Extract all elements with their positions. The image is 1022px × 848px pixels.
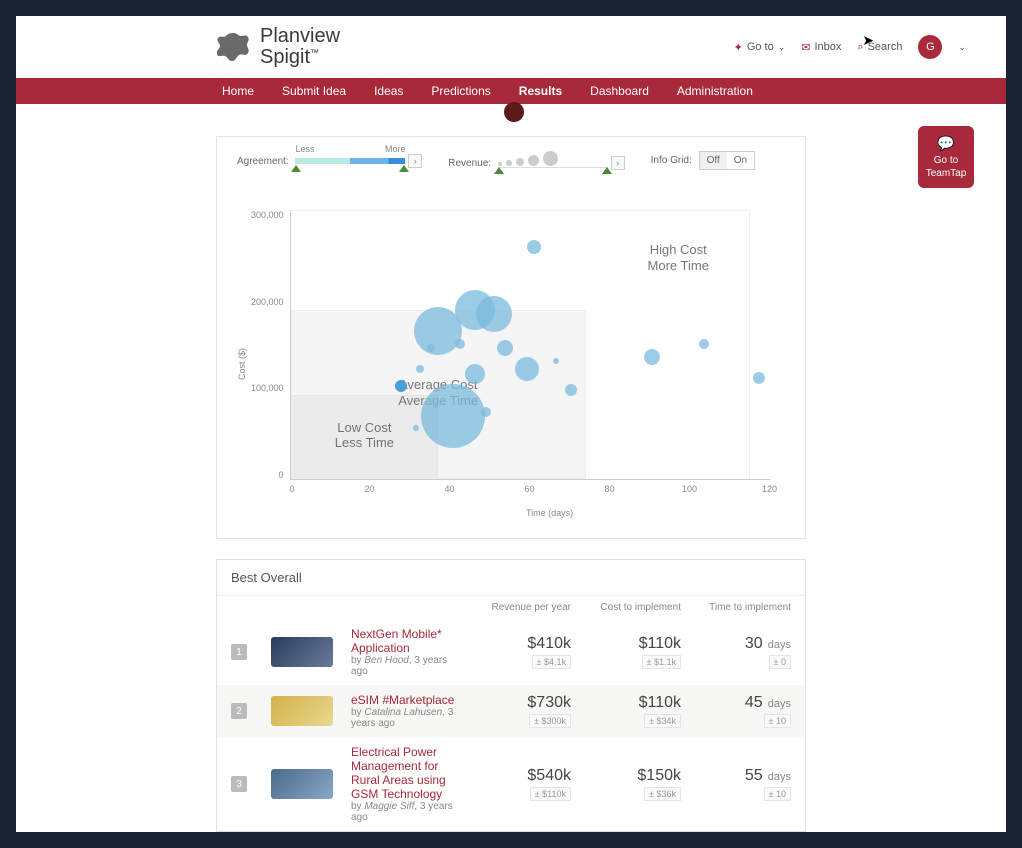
revenue-step-button[interactable]: › <box>611 156 625 170</box>
slider-handle-low-icon[interactable] <box>494 167 504 174</box>
infogrid-toggle[interactable]: Off On <box>699 151 756 170</box>
rank-badge: 1 <box>231 644 247 660</box>
data-point[interactable] <box>565 384 577 396</box>
result-row[interactable]: 3 Electrical Power Management for Rural A… <box>217 737 805 831</box>
results-columns: Revenue per year Cost to implement Time … <box>217 596 805 619</box>
chevron-down-icon: ⌄ <box>778 42 786 53</box>
mail-icon: ✉ <box>801 41 810 54</box>
metric-revenue: $730k± $300k <box>471 694 571 728</box>
nav-ideas[interactable]: Ideas <box>374 84 403 98</box>
data-point[interactable] <box>416 365 424 373</box>
idea-title[interactable]: eSIM #Marketplace <box>351 693 461 707</box>
agreement-step-button[interactable]: › <box>408 154 422 168</box>
infogrid-control: Info Grid: Off On <box>651 151 755 170</box>
result-row[interactable]: 2 eSIM #Marketplaceby Catalina Lahusen, 3… <box>217 685 805 737</box>
idea-byline: by Ben Hood, 3 years ago <box>351 655 461 677</box>
data-point[interactable] <box>553 358 559 364</box>
nav-indicator-icon <box>504 102 524 122</box>
idea-title[interactable]: Electrical Power Management for Rural Ar… <box>351 745 461 801</box>
metric-revenue: $410k± $4.1k <box>471 635 571 669</box>
infogrid-on[interactable]: On <box>727 152 754 169</box>
brand-line2: Spigit <box>260 46 310 68</box>
data-point[interactable] <box>476 296 512 332</box>
result-row[interactable]: 1 NextGen Mobile* Applicationby Ben Hood,… <box>217 619 805 685</box>
brand-tm: ™ <box>310 47 319 57</box>
rank-badge: 2 <box>231 703 247 719</box>
x-axis-label: Time (days) <box>290 508 810 518</box>
app-frame: ➤ Planview Spigit™ ✦ Go to ⌄ ✉ Inbox ⌕ <box>16 16 1006 832</box>
top-bar: Planview Spigit™ ✦ Go to ⌄ ✉ Inbox ⌕ Sea… <box>16 16 1006 78</box>
data-point[interactable] <box>699 339 709 349</box>
chat-icon: 💬 <box>922 134 970 152</box>
slider-handle-high-icon[interactable] <box>399 165 409 172</box>
top-actions: ✦ Go to ⌄ ✉ Inbox ⌕ Search G ⌄ <box>734 35 966 59</box>
y-ticks: 300,000200,000100,0000 <box>251 210 290 480</box>
nav-predictions[interactable]: Predictions <box>431 84 490 98</box>
data-point[interactable] <box>413 425 419 431</box>
metric-cost: $150k± $36k <box>581 767 681 801</box>
teamtap-button[interactable]: 💬 Go to TeamTap <box>918 126 974 188</box>
nav-submit-idea[interactable]: Submit Idea <box>282 84 346 98</box>
slider-handle-low-icon[interactable] <box>291 165 301 172</box>
y-axis-label: Cost ($) <box>237 348 247 380</box>
metric-cost: $110k± $34k <box>581 694 681 728</box>
idea-thumbnail <box>271 637 333 667</box>
rank-badge: 3 <box>231 776 247 792</box>
idea-title[interactable]: NextGen Mobile* Application <box>351 627 461 655</box>
revenue-slider[interactable] <box>498 151 608 166</box>
nav-home[interactable]: Home <box>222 84 254 98</box>
metric-time: 45 days± 10 <box>691 694 791 728</box>
brand-line1: Planview <box>260 26 340 47</box>
infogrid-off[interactable]: Off <box>700 152 727 169</box>
data-point[interactable] <box>455 339 465 349</box>
brand-logo[interactable]: Planview Spigit™ <box>216 26 340 68</box>
revenue-control[interactable]: Revenue: › <box>448 151 624 170</box>
avatar[interactable]: G <box>918 35 942 59</box>
data-point[interactable] <box>497 340 513 356</box>
results-card: Best Overall Revenue per year Cost to im… <box>216 559 806 832</box>
inbox-link[interactable]: ✉ Inbox <box>801 41 841 54</box>
slider-handle-high-icon[interactable] <box>602 167 612 174</box>
results-title: Best Overall <box>217 560 805 596</box>
chart-controls: Agreement: Less More › Revenue: <box>237 151 785 170</box>
agreement-control[interactable]: Agreement: Less More › <box>237 154 422 168</box>
nav-administration[interactable]: Administration <box>677 84 753 98</box>
chart-card: Agreement: Less More › Revenue: <box>216 136 806 539</box>
search-link[interactable]: ⌕ Search <box>857 41 902 54</box>
data-point[interactable] <box>395 380 407 392</box>
goto-menu[interactable]: ✦ Go to ⌄ <box>734 41 786 54</box>
metric-revenue: $540k± $110k <box>471 767 571 801</box>
idea-thumbnail <box>271 696 333 726</box>
data-point[interactable] <box>421 384 485 448</box>
metric-time: 30 days± 0 <box>691 635 791 669</box>
nav-dashboard[interactable]: Dashboard <box>590 84 649 98</box>
logo-icon <box>216 29 252 65</box>
search-icon: ⌕ <box>857 41 863 54</box>
plot-area: Cost ($) 300,000200,000100,0000 Low Cost… <box>237 210 785 518</box>
nav-results[interactable]: Results <box>519 84 562 98</box>
data-point[interactable] <box>465 364 485 384</box>
pin-icon: ✦ <box>734 41 743 54</box>
data-point[interactable] <box>481 407 491 417</box>
metric-cost: $110k± $1.1k <box>581 635 681 669</box>
agreement-slider[interactable]: Less More <box>295 158 405 164</box>
x-ticks: 020406080100120 <box>290 484 810 494</box>
idea-thumbnail <box>271 769 333 799</box>
data-point[interactable] <box>515 357 539 381</box>
idea-byline: by Catalina Lahusen, 3 years ago <box>351 707 461 729</box>
quadrant-label: High Cost More Time <box>628 242 728 273</box>
data-point[interactable] <box>527 240 541 254</box>
scatter-plot[interactable]: Low Cost Less TimeAverage Cost Average T… <box>290 210 770 480</box>
avatar-chevron-icon[interactable]: ⌄ <box>958 42 966 53</box>
data-point[interactable] <box>753 372 765 384</box>
data-point[interactable] <box>644 349 660 365</box>
main-nav: Home Submit Idea Ideas Predictions Results Da… <box>16 78 1006 104</box>
metric-time: 55 days± 10 <box>691 767 791 801</box>
idea-byline: by Maggie Siff, 3 years ago <box>351 801 461 823</box>
